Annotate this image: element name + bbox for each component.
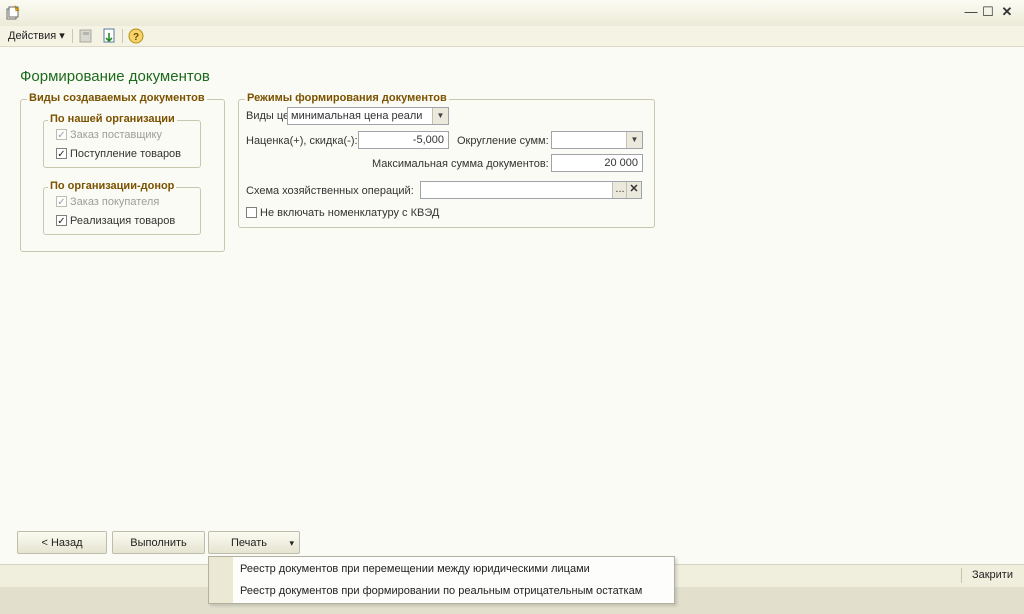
checkbox-label: Поступление товаров xyxy=(70,148,182,161)
checkbox-label: Заказ поставщику xyxy=(70,129,162,142)
doc-types-group: Виды создаваемых документов По нашей орг… xyxy=(20,92,225,252)
donor-org-group-title: По организации-донор xyxy=(48,180,177,192)
close-icon[interactable]: ✕ xyxy=(999,4,1015,20)
price-type-select[interactable]: минимальная цена реали ▼ xyxy=(287,107,449,125)
checkbox-label: Не включать номенклатуру с КВЭД xyxy=(260,207,440,220)
max-sum-value: 20 000 xyxy=(604,157,638,169)
our-org-group: По нашей организации ✓ Заказ поставщику ✓… xyxy=(43,113,201,168)
close-link[interactable]: Закрити xyxy=(972,569,1013,581)
modes-group: Режимы формирования документов Виды цен:… xyxy=(238,92,655,228)
our-org-group-title: По нашей организации xyxy=(48,113,177,125)
print-dropdown-menu: Реестр документов при перемещении между … xyxy=(208,556,675,604)
maximize-icon[interactable]: ☐ xyxy=(980,4,996,20)
checkbox-box: ✓ xyxy=(56,214,67,227)
goods-sale-checkbox[interactable]: ✓ Реализация товаров xyxy=(56,214,176,229)
save-disabled-icon[interactable] xyxy=(77,27,95,45)
checkbox-label: Реализация товаров xyxy=(70,215,176,228)
checkbox-box: ✓ xyxy=(56,128,67,141)
modes-group-title: Режимы формирования документов xyxy=(245,92,449,104)
clear-icon[interactable]: ✕ xyxy=(626,182,641,198)
minimize-icon[interactable]: — xyxy=(963,4,979,20)
checkbox-label: Заказ покупателя xyxy=(70,196,160,209)
goods-receipt-checkbox[interactable]: ✓ Поступление товаров xyxy=(56,147,182,162)
print-button-label: Печать xyxy=(231,537,268,549)
doc-types-group-title: Виды создаваемых документов xyxy=(27,92,207,104)
markup-value: -5,000 xyxy=(412,134,444,146)
checkbox-box: ✓ xyxy=(56,195,67,208)
status-separator xyxy=(961,568,962,583)
rounding-select[interactable]: ▼ xyxy=(551,131,643,149)
customer-order-checkbox[interactable]: ✓ Заказ покупателя xyxy=(56,195,160,210)
page-title: Формирование документов xyxy=(20,68,210,85)
rounding-label: Округление сумм: xyxy=(457,135,549,147)
scheme-label: Схема хозяйственных операций: xyxy=(246,185,414,197)
max-sum-field[interactable]: 20 000 xyxy=(551,154,643,172)
help-glyph: ? xyxy=(133,32,139,43)
scheme-field[interactable]: ... ✕ xyxy=(420,181,642,199)
menu-item-negative-stock-registry[interactable]: Реестр документов при формировании по ре… xyxy=(240,580,642,602)
execute-button[interactable]: Выполнить xyxy=(112,531,205,554)
chevron-down-icon[interactable]: ▼ xyxy=(626,132,642,148)
select-button[interactable]: ... xyxy=(612,182,627,198)
markup-field[interactable]: -5,000 xyxy=(358,131,449,149)
price-type-value: минимальная цена реали xyxy=(291,110,423,122)
window-titlebar: — ☐ ✕ xyxy=(0,0,1024,27)
chevron-down-icon[interactable]: ▾ xyxy=(289,532,294,554)
checkbox-box: ✓ xyxy=(56,147,67,160)
export-icon[interactable] xyxy=(100,27,118,45)
markup-label: Наценка(+), скидка(-): xyxy=(246,135,358,147)
checkbox-box xyxy=(246,206,257,218)
actions-menu-button[interactable]: Действия ▾ xyxy=(8,29,65,42)
print-button[interactable]: Печать ▾ xyxy=(208,531,300,554)
exclude-kved-checkbox[interactable]: Не включать номенклатуру с КВЭД xyxy=(246,206,440,221)
back-button[interactable]: < Назад xyxy=(17,531,107,554)
max-sum-label: Максимальная сумма документов: xyxy=(372,158,549,170)
toolbar-separator xyxy=(72,29,73,43)
help-icon[interactable]: ? xyxy=(127,27,145,45)
donor-org-group: По организации-донор ✓ Заказ покупателя ✓… xyxy=(43,180,201,235)
toolbar-separator xyxy=(122,29,123,43)
menu-icon-strip xyxy=(209,557,233,603)
supplier-order-checkbox[interactable]: ✓ Заказ поставщику xyxy=(56,128,162,143)
command-toolbar: Действия ▾ ? xyxy=(0,26,1024,47)
chevron-down-icon[interactable]: ▼ xyxy=(432,108,448,124)
app-document-icon[interactable] xyxy=(5,5,21,21)
menu-item-transfer-registry[interactable]: Реестр документов при перемещении между … xyxy=(240,558,590,580)
